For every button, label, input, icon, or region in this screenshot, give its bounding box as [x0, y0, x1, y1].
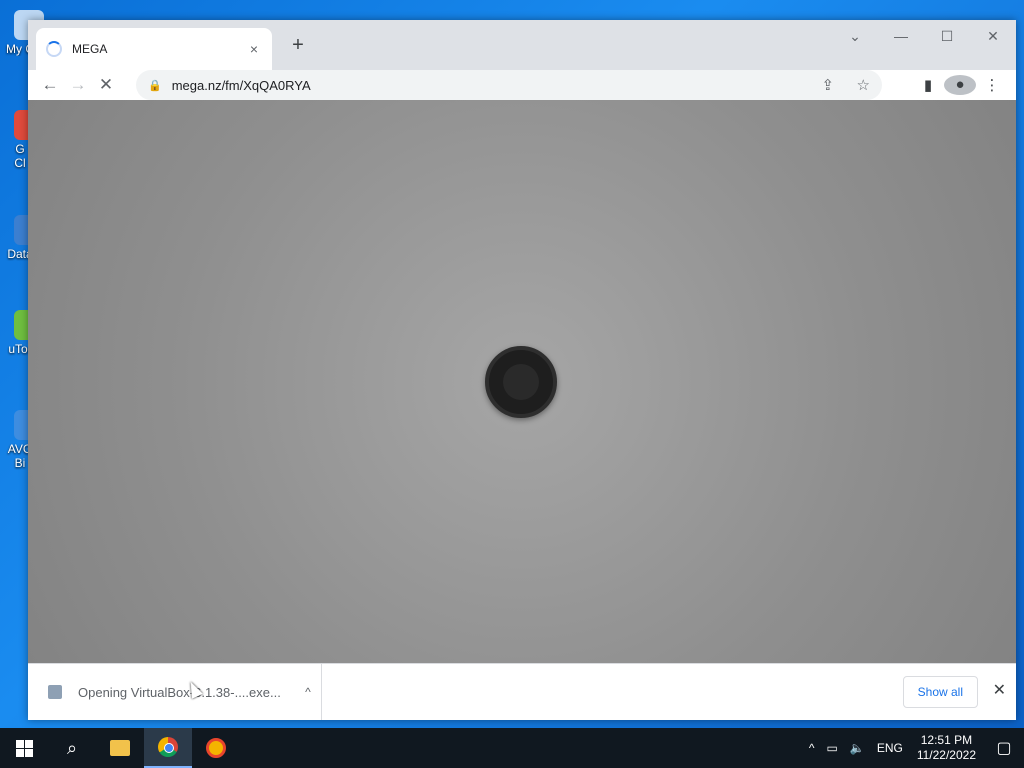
language-indicator[interactable]: ENG — [871, 741, 909, 755]
search-button[interactable]: ⌕ — [48, 728, 96, 768]
menu-kebab-icon[interactable]: ⋮ — [976, 76, 1008, 94]
taskbar-avast-browser[interactable] — [192, 728, 240, 768]
omnibox-actions: ⇪ ☆ — [804, 76, 870, 95]
chrome-icon — [158, 737, 178, 757]
browser-toolbar: ← → ✕ 🔒 mega.nz/fm/XqQA0RYA ⇪ ☆ ▮ ● ⋮ — [28, 70, 1016, 100]
address-bar[interactable]: 🔒 mega.nz/fm/XqQA0RYA ⇪ ☆ — [136, 70, 882, 100]
window-controls: ⌄ — ☐ ✕ — [832, 20, 1016, 52]
search-icon: ⌕ — [66, 737, 78, 758]
toolbar-right: ▮ ● ⋮ — [912, 70, 1008, 100]
virtualbox-file-icon — [48, 685, 62, 699]
download-item[interactable]: Opening VirtualBox-6.1.38-....exe... ^ — [28, 664, 322, 720]
page-content — [28, 100, 1016, 663]
chevron-up-icon[interactable]: ^ — [295, 685, 321, 699]
maximize-button[interactable]: ☐ — [924, 20, 970, 52]
notification-center-icon[interactable]: ▢ — [984, 738, 1024, 758]
side-panel-icon[interactable]: ▮ — [912, 76, 944, 94]
download-shelf: Opening VirtualBox-6.1.38-....exe... ^ S… — [28, 663, 1016, 720]
show-all-button[interactable]: Show all — [902, 676, 978, 708]
page-loading-spinner-icon — [485, 346, 557, 418]
profile-avatar-icon: ● — [944, 75, 976, 95]
loading-spinner-icon — [46, 41, 62, 57]
browser-window: MEGA × + ⌄ — ☐ ✕ ← → ✕ 🔒 mega.nz/fm/XqQA… — [28, 20, 1016, 720]
tab-search-icon[interactable]: ⌄ — [832, 20, 878, 52]
share-icon[interactable]: ⇪ — [822, 77, 835, 94]
system-tray: ^ ▭ 🔈 ENG 12:51 PM 11/22/2022 ▢ — [803, 728, 1024, 768]
tab-strip: MEGA × + ⌄ — ☐ ✕ — [28, 20, 1016, 70]
clock-time: 12:51 PM — [920, 733, 973, 747]
forward-button[interactable]: → — [64, 75, 92, 95]
tray-overflow-chevron-icon[interactable]: ^ — [803, 741, 821, 755]
stop-loading-button[interactable]: ✕ — [92, 75, 120, 95]
taskbar-chrome[interactable] — [144, 728, 192, 768]
taskbar-file-explorer[interactable] — [96, 728, 144, 768]
minimize-button[interactable]: — — [878, 20, 924, 52]
url-text[interactable]: mega.nz/fm/XqQA0RYA — [172, 78, 804, 93]
volume-icon[interactable]: 🔈 — [844, 741, 871, 755]
tab-mega[interactable]: MEGA × — [36, 28, 272, 70]
start-button[interactable] — [0, 728, 48, 768]
clock[interactable]: 12:51 PM 11/22/2022 — [909, 733, 984, 763]
back-button[interactable]: ← — [36, 75, 64, 95]
new-tab-button[interactable]: + — [286, 34, 310, 57]
folder-icon — [110, 740, 130, 756]
profile-button[interactable]: ● — [944, 75, 976, 95]
close-window-button[interactable]: ✕ — [970, 20, 1016, 52]
avast-browser-icon — [206, 738, 226, 758]
network-icon[interactable]: ▭ — [821, 741, 844, 755]
taskbar: ⌕ ^ ▭ 🔈 ENG 12:51 PM 11/22/2022 ▢ — [0, 728, 1024, 768]
windows-logo-icon — [15, 739, 33, 757]
clock-date: 11/22/2022 — [916, 748, 976, 762]
close-download-bar-icon[interactable]: ✕ — [993, 680, 1006, 700]
bookmark-star-icon[interactable]: ☆ — [857, 77, 870, 94]
tab-close-icon[interactable]: × — [246, 41, 262, 57]
tab-title: MEGA — [72, 42, 108, 56]
lock-icon[interactable]: 🔒 — [148, 79, 162, 92]
